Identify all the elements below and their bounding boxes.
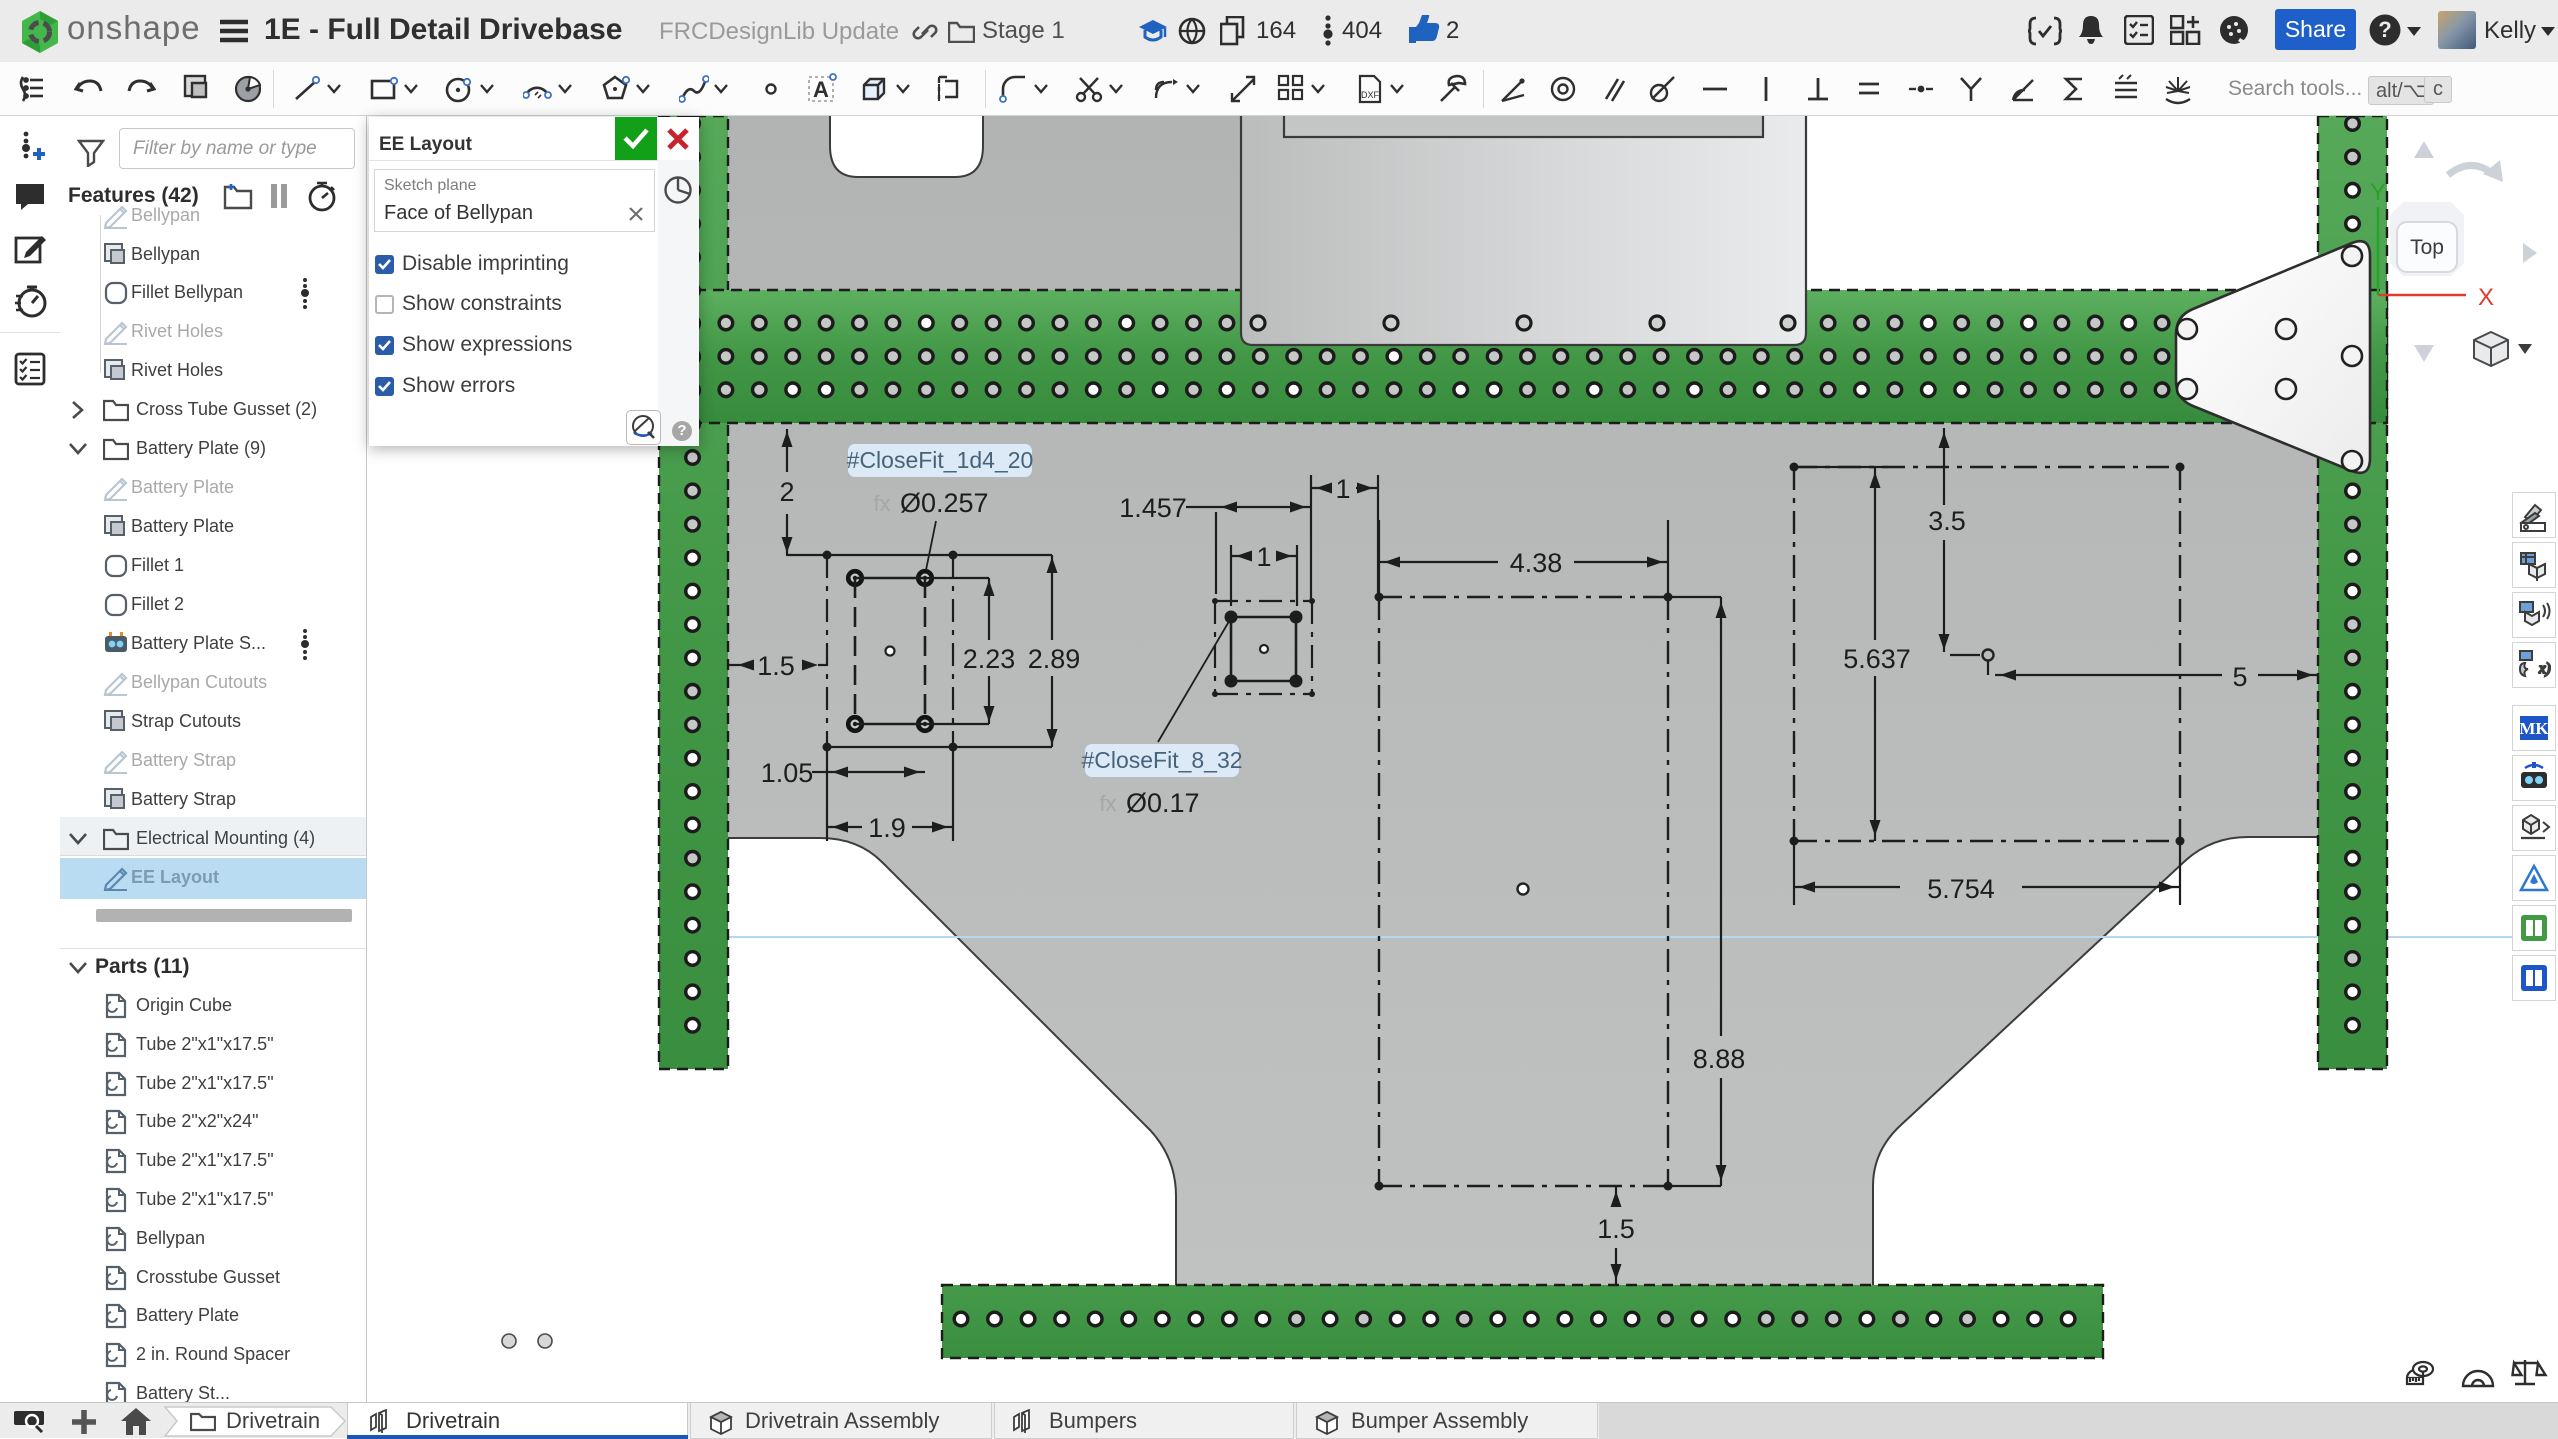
svg-text:fx: fx (873, 491, 890, 516)
svg-text:1.9: 1.9 (868, 813, 906, 843)
svg-text:Top: Top (2410, 236, 2444, 259)
svg-text:#CloseFit_8_32: #CloseFit_8_32 (1081, 747, 1242, 773)
svg-text:MK: MK (2519, 719, 2549, 738)
svg-text:?: ? (2378, 17, 2391, 42)
svg-text:1.5: 1.5 (1597, 1214, 1635, 1244)
svg-text:5: 5 (2232, 662, 2247, 692)
svg-text:4.38: 4.38 (1510, 548, 1563, 578)
svg-text:Ø0.257: Ø0.257 (900, 488, 989, 518)
svg-text:1.5: 1.5 (757, 651, 795, 681)
svg-text:3.5: 3.5 (1928, 506, 1966, 536)
svg-text:X: X (2478, 284, 2494, 311)
svg-text:5.637: 5.637 (1843, 644, 1911, 674)
svg-text:fx: fx (1099, 791, 1116, 816)
svg-text:2: 2 (779, 477, 794, 507)
svg-text:1.457: 1.457 (1119, 493, 1187, 523)
svg-text:5.754: 5.754 (1927, 874, 1995, 904)
svg-text:#CloseFit_1d4_20: #CloseFit_1d4_20 (847, 447, 1034, 473)
svg-text:Y: Y (2370, 179, 2386, 206)
svg-text:DXF: DXF (1361, 90, 1380, 100)
svg-text:8.88: 8.88 (1693, 1044, 1746, 1074)
svg-text:1: 1 (1335, 474, 1350, 504)
svg-text:x): x) (2538, 661, 2551, 677)
svg-text:1.05: 1.05 (761, 758, 814, 788)
svg-text:A: A (813, 77, 829, 102)
svg-text:2.23: 2.23 (963, 644, 1016, 674)
svg-text:1: 1 (1256, 542, 1271, 572)
svg-text:2.89: 2.89 (1028, 644, 1081, 674)
svg-text:Ø0.17: Ø0.17 (1126, 788, 1200, 818)
